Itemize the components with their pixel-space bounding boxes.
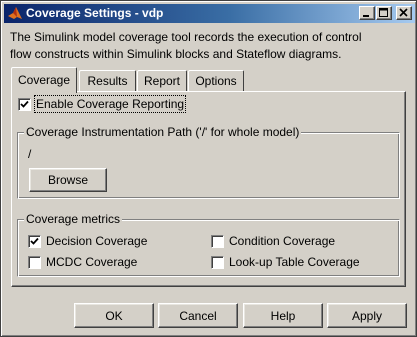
description-text: The Simulink model coverage tool records…	[10, 29, 410, 63]
mcdc-coverage-checkbox[interactable]: MCDC Coverage	[28, 255, 188, 270]
window-title: Coverage Settings - vdp	[26, 6, 164, 20]
description-line-1: The Simulink model coverage tool records…	[10, 30, 362, 44]
tab-coverage[interactable]: Coverage	[11, 67, 77, 93]
lookup-table-coverage-checkbox-box[interactable]	[211, 256, 224, 269]
tab-options-label: Options	[195, 74, 237, 88]
enable-coverage-label: Enable Coverage Reporting	[33, 95, 187, 113]
coverage-metrics-group: Coverage metrics Decision Coverage Condi…	[17, 212, 400, 277]
mcdc-coverage-label: MCDC Coverage	[46, 255, 138, 269]
condition-coverage-checkbox[interactable]: Condition Coverage	[211, 234, 371, 249]
apply-button[interactable]: Apply	[327, 303, 407, 328]
decision-coverage-checkbox[interactable]: Decision Coverage	[28, 234, 188, 249]
help-button[interactable]: Help	[243, 303, 323, 328]
tab-report[interactable]: Report	[137, 70, 187, 92]
decision-coverage-label: Decision Coverage	[46, 234, 148, 248]
description-line-2: flow constructs within Simulink blocks a…	[10, 47, 342, 61]
lookup-table-coverage-checkbox[interactable]: Look-up Table Coverage	[211, 255, 391, 270]
tab-coverage-label: Coverage	[17, 73, 71, 87]
instrumentation-path-legend: Coverage Instrumentation Path ('/' for w…	[24, 125, 302, 139]
tab-results-label: Results	[87, 74, 128, 88]
minimize-button[interactable]	[359, 6, 375, 20]
coverage-tab-panel: Enable Coverage Reporting Coverage Instr…	[11, 91, 406, 287]
enable-coverage-checkbox-box[interactable]	[18, 98, 31, 111]
instrumentation-path-group: Coverage Instrumentation Path ('/' for w…	[17, 125, 400, 199]
maximize-icon	[379, 8, 388, 17]
browse-button[interactable]: Browse	[29, 168, 107, 192]
condition-coverage-checkbox-box[interactable]	[211, 235, 224, 248]
checkmark-icon	[30, 237, 39, 245]
close-button[interactable]	[396, 6, 412, 20]
instrumentation-path-value: /	[28, 147, 32, 161]
tab-report-label: Report	[143, 74, 181, 88]
tab-results[interactable]: Results	[79, 70, 136, 92]
minimize-icon	[363, 15, 369, 17]
close-icon	[399, 8, 408, 17]
condition-coverage-label: Condition Coverage	[229, 234, 336, 248]
title-bar[interactable]: Coverage Settings - vdp	[4, 4, 415, 23]
matlab-logo-icon	[8, 7, 22, 19]
coverage-metrics-legend: Coverage metrics	[24, 212, 123, 226]
checkmark-icon	[20, 100, 29, 108]
enable-coverage-checkbox[interactable]: Enable Coverage Reporting	[18, 95, 198, 113]
tab-options[interactable]: Options	[188, 70, 244, 92]
cancel-button[interactable]: Cancel	[158, 303, 238, 328]
maximize-button[interactable]	[376, 6, 392, 20]
lookup-table-coverage-label: Look-up Table Coverage	[229, 255, 360, 269]
ok-button[interactable]: OK	[74, 303, 154, 328]
decision-coverage-checkbox-box[interactable]	[28, 235, 41, 248]
coverage-settings-window: Coverage Settings - vdp The Simulink mod…	[0, 0, 417, 337]
mcdc-coverage-checkbox-box[interactable]	[28, 256, 41, 269]
